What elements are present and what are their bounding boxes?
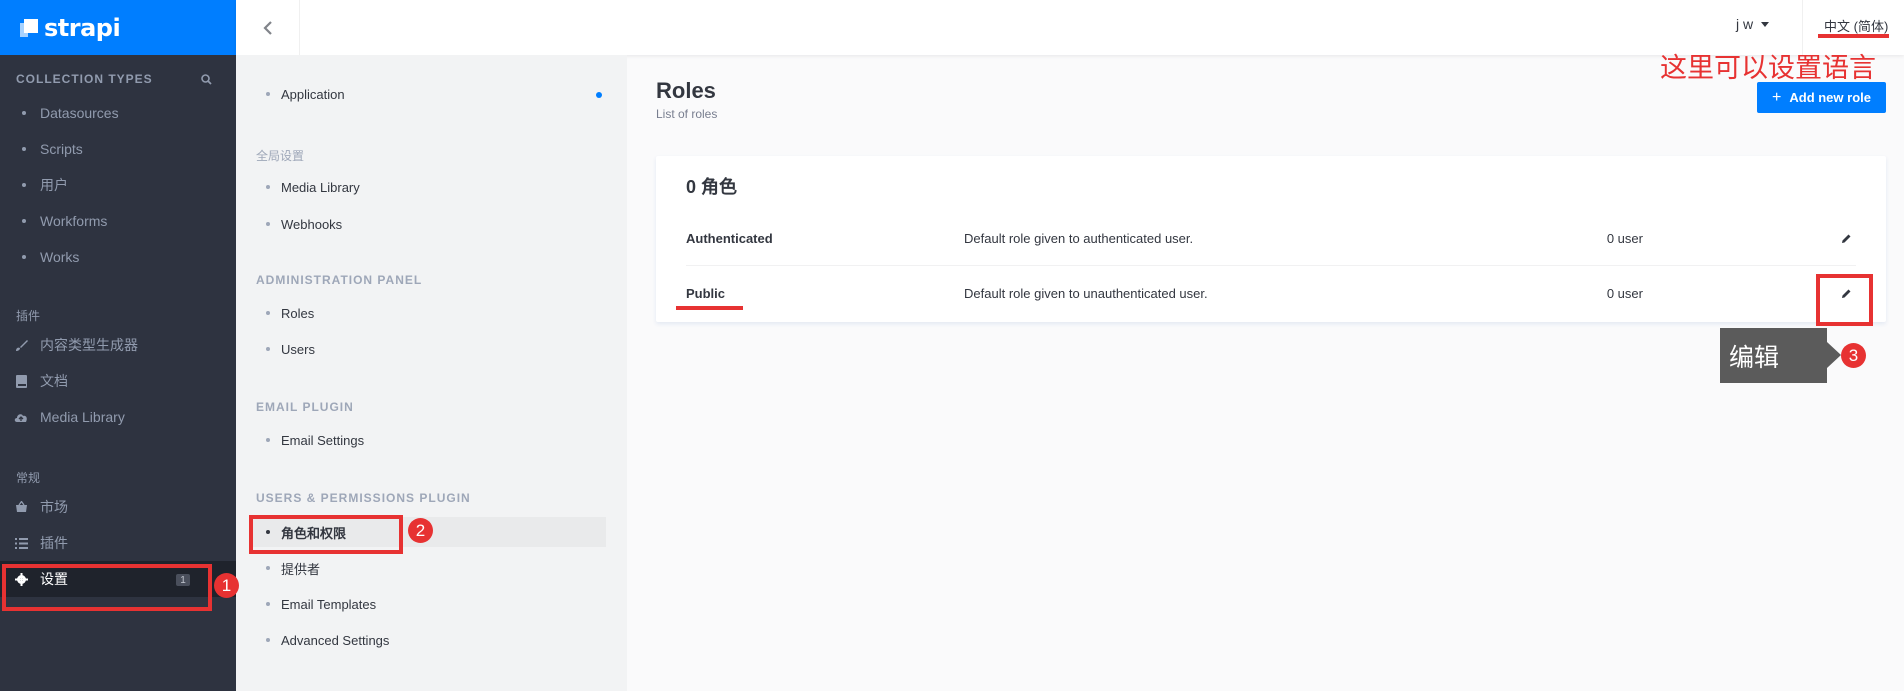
bullet-icon xyxy=(266,185,270,189)
caret-down-icon xyxy=(1761,21,1770,27)
collection-types-heading: COLLECTION TYPES xyxy=(0,69,236,89)
bullet-icon xyxy=(22,219,26,223)
search-icon[interactable] xyxy=(201,73,212,85)
page-title: Roles xyxy=(656,78,716,103)
public-underline-annotation xyxy=(676,306,743,310)
bullet-icon xyxy=(266,311,270,315)
page-subtitle: List of roles xyxy=(656,107,718,121)
bullet-icon xyxy=(266,347,270,351)
step-2-marker: 2 xyxy=(408,518,433,543)
subnav-item-users[interactable]: Users xyxy=(252,334,606,364)
nav-item-datasources[interactable]: Datasources xyxy=(0,95,236,131)
users-permissions-heading: USERS & PERMISSIONS PLUGIN xyxy=(256,491,471,505)
bullet-icon xyxy=(266,92,270,96)
bullet-icon xyxy=(266,222,270,226)
subnav-item-media-library[interactable]: Media Library xyxy=(252,172,606,202)
update-indicator-icon xyxy=(596,92,602,98)
edit-highlight-annotation xyxy=(1816,274,1873,326)
nav-item-documentation[interactable]: 文档 xyxy=(0,363,236,399)
nav-item-marketplace[interactable]: 市场 xyxy=(0,489,236,525)
subnav-item-email-settings[interactable]: Email Settings xyxy=(252,425,606,455)
settings-highlight-annotation xyxy=(2,564,212,611)
nav-item-media-library[interactable]: Media Library xyxy=(0,399,236,435)
plugins-heading: 插件 xyxy=(16,308,41,323)
global-settings-heading: 全局设置 xyxy=(256,149,305,163)
plugins-section: 插件 内容类型生成器 文档 Media Library xyxy=(0,305,236,435)
settings-subnav: Application 全局设置 Media Library Webhooks … xyxy=(236,55,627,691)
subnav-item-providers[interactable]: 提供者 xyxy=(252,553,606,583)
add-new-role-button[interactable]: + Add new role xyxy=(1757,82,1886,113)
roles-count-title: 0 角色 xyxy=(686,177,738,197)
brush-icon xyxy=(14,338,28,352)
bullet-icon xyxy=(22,147,26,151)
chevron-left-icon xyxy=(262,20,272,35)
roles-permissions-highlight-annotation xyxy=(249,515,403,554)
strapi-logo-icon xyxy=(20,18,38,37)
bullet-icon xyxy=(22,183,26,187)
nav-item-plugins[interactable]: 插件 xyxy=(0,525,236,561)
language-underline-annotation xyxy=(1818,34,1889,38)
language-switcher[interactable]: 中文 (简体) xyxy=(1824,16,1888,35)
role-user-count: 0 user xyxy=(1606,285,1643,301)
role-description: Default role given to unauthenticated us… xyxy=(964,285,1208,301)
user-menu[interactable]: j w xyxy=(1736,16,1770,32)
bullet-icon xyxy=(22,111,26,115)
nav-item-content-type-builder[interactable]: 内容类型生成器 xyxy=(0,327,236,363)
edit-tooltip-annotation: 编辑 xyxy=(1720,328,1841,383)
step-1-marker: 1 xyxy=(214,573,239,598)
role-name: Authenticated xyxy=(686,231,773,246)
roles-card: 0 角色 Authenticated Default role given to… xyxy=(656,156,1886,322)
nav-item-scripts[interactable]: Scripts xyxy=(0,131,236,167)
top-header: j w 中文 (简体) xyxy=(236,0,1904,55)
pencil-icon[interactable] xyxy=(1836,229,1856,249)
admin-panel-heading: ADMINISTRATION PANEL xyxy=(256,273,423,287)
subnav-item-email-templates[interactable]: Email Templates xyxy=(252,589,606,619)
email-plugin-heading: EMAIL PLUGIN xyxy=(256,400,354,414)
bullet-icon xyxy=(266,602,270,606)
subnav-item-application[interactable]: Application xyxy=(252,79,606,109)
general-heading: 常规 xyxy=(16,470,41,485)
nav-item-workforms[interactable]: Workforms xyxy=(0,203,236,239)
role-description: Default role given to authenticated user… xyxy=(964,231,1194,246)
role-name: Public xyxy=(686,285,726,301)
collection-types-section: COLLECTION TYPES Datasources Scripts 用户 … xyxy=(0,69,236,275)
table-row[interactable]: Public Default role given to unauthentic… xyxy=(686,266,1856,320)
shop-icon xyxy=(14,500,28,514)
subnav-item-advanced-settings[interactable]: Advanced Settings xyxy=(252,625,606,655)
brand-logo[interactable]: strapi xyxy=(0,0,236,55)
book-icon xyxy=(14,374,28,388)
subnav-item-webhooks[interactable]: Webhooks xyxy=(252,209,606,239)
nav-item-users[interactable]: 用户 xyxy=(0,167,236,203)
bullet-icon xyxy=(266,566,270,570)
cloud-upload-icon xyxy=(14,410,28,424)
brand-name: strapi xyxy=(44,13,121,42)
bullet-icon xyxy=(266,638,270,642)
bullet-icon xyxy=(266,438,270,442)
back-button[interactable] xyxy=(236,0,300,55)
step-3-marker: 3 xyxy=(1841,343,1866,368)
nav-item-works[interactable]: Works xyxy=(0,239,236,275)
list-icon xyxy=(14,536,28,550)
table-row[interactable]: Authenticated Default role given to auth… xyxy=(686,212,1856,266)
bullet-icon xyxy=(22,255,26,259)
plus-icon: + xyxy=(1772,88,1782,106)
language-note-annotation: 这里可以设置语言 xyxy=(1660,53,1876,84)
role-user-count: 0 user xyxy=(1606,231,1643,246)
user-name: j w xyxy=(1736,16,1754,32)
subnav-item-roles[interactable]: Roles xyxy=(252,298,606,328)
